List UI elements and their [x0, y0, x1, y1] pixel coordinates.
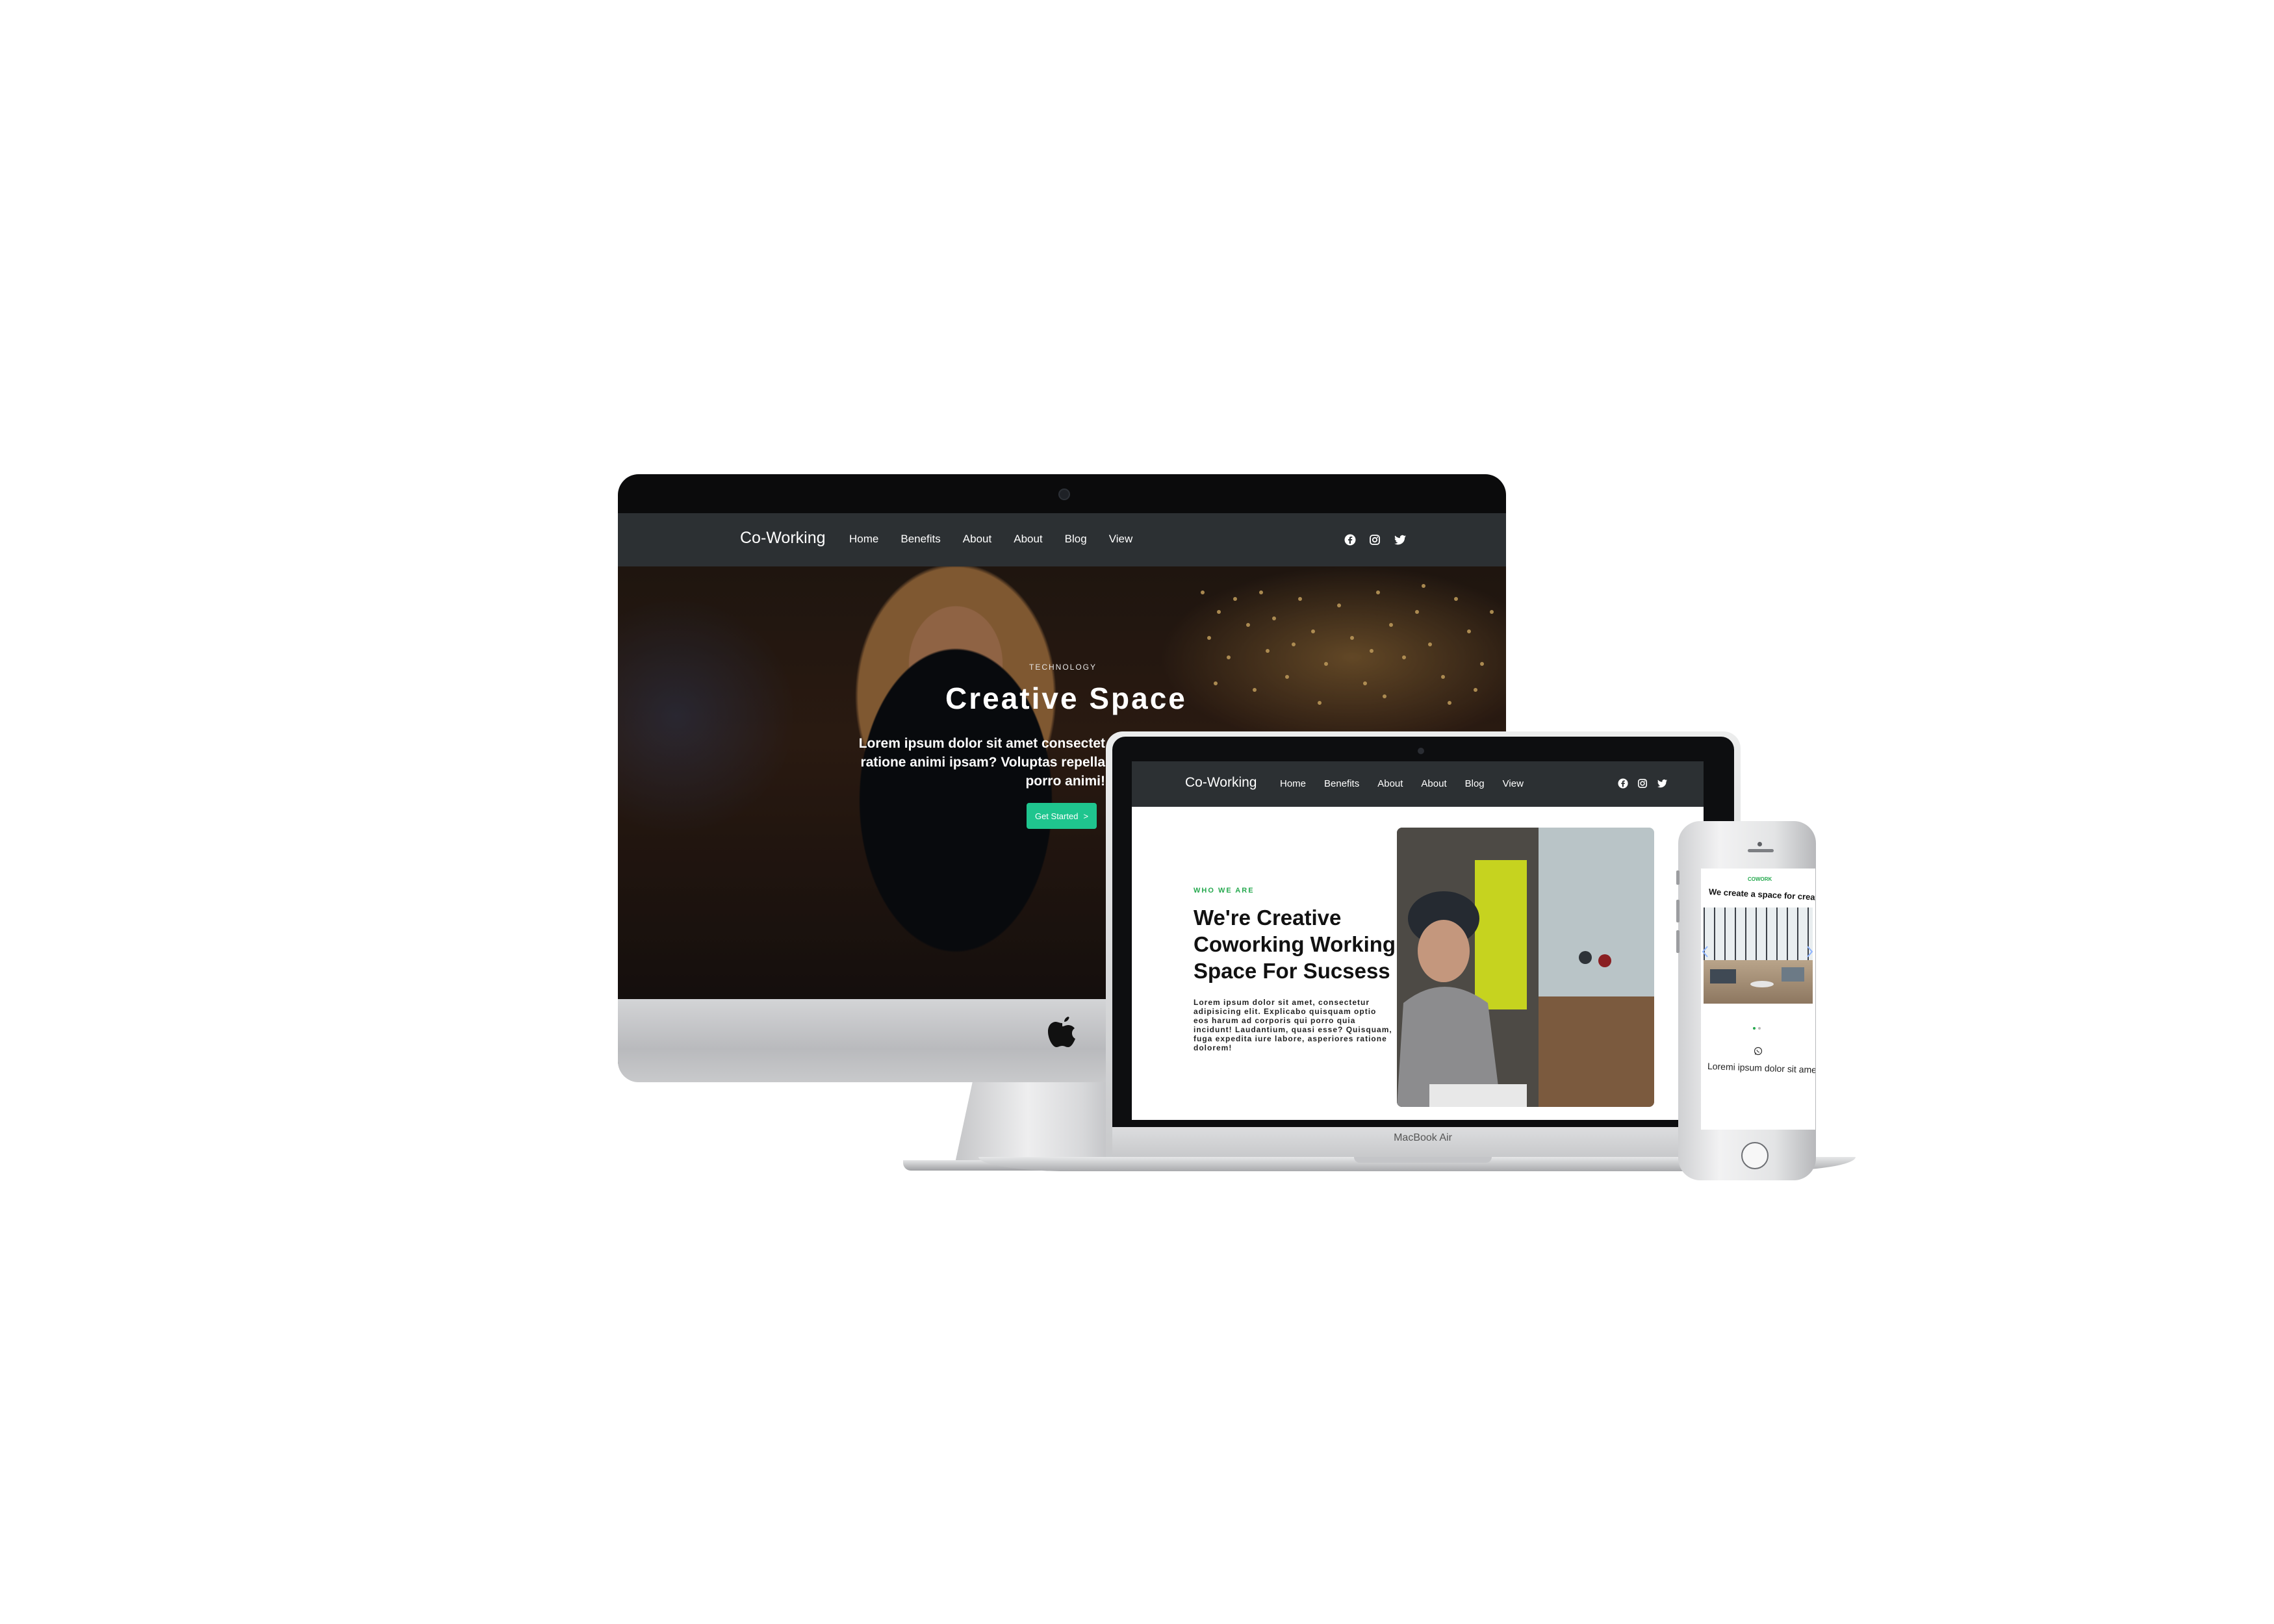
instagram-icon[interactable] [1637, 778, 1648, 789]
phone-camera [1757, 842, 1762, 846]
desktop-navbar: Co-Working Home Benefits About About Blo… [618, 513, 1506, 566]
phone-mute-switch [1676, 870, 1680, 885]
pagination-dot[interactable] [1758, 1027, 1761, 1030]
phone-gallery-furniture [1710, 967, 1804, 987]
laptop-navbar: Co-Working Home Benefits About About Blo… [1132, 761, 1704, 807]
desktop-social-icons [1344, 534, 1407, 546]
hero-kicker: TECHNOLOGY [1029, 663, 1097, 672]
nav-link-about-2[interactable]: About [1014, 533, 1042, 546]
laptop-nav-link-benefits[interactable]: Benefits [1324, 778, 1359, 789]
nav-link-view[interactable]: View [1109, 533, 1133, 546]
laptop-nav-link-about-2[interactable]: About [1421, 778, 1446, 789]
who-we-are-kicker: WHO WE ARE [1194, 887, 1255, 894]
laptop-nav-link-view[interactable]: View [1503, 778, 1524, 789]
phone-gallery-image [1704, 907, 1813, 1004]
phone-home-button[interactable] [1741, 1142, 1769, 1169]
nav-link-blog[interactable]: Blog [1065, 533, 1087, 546]
apple-logo [1048, 1017, 1075, 1047]
about-body-line-3: eos harum ad corporis qui porro quia [1194, 1016, 1356, 1025]
laptop-brand-logo[interactable]: Co-Working [1185, 775, 1257, 791]
about-title-line-3: Space For Sucsess [1194, 959, 1390, 983]
desktop-nav-links: Home Benefits About About Blog View [849, 533, 1132, 546]
phone-speaker [1748, 849, 1774, 852]
about-body-line-4: incidunt! Laudantium, quasi esse? Quisqu… [1194, 1025, 1392, 1034]
phone-body-text: Loremi ipsum dolor sit amet, [1707, 1061, 1815, 1076]
coworking-photo-art [1397, 828, 1654, 1107]
laptop-nav-link-blog[interactable]: Blog [1465, 778, 1485, 789]
phone-volume-up [1676, 900, 1680, 922]
phone-kicker: COWORK [1748, 876, 1772, 882]
hero-text-line-3: porro animi! [1025, 774, 1105, 789]
imac-camera [1058, 488, 1070, 500]
twitter-icon[interactable] [1394, 534, 1407, 546]
hero-title: Creative Space [945, 681, 1187, 715]
chevron-right-icon: > [1083, 811, 1089, 821]
facebook-icon[interactable] [1618, 778, 1628, 789]
laptop-nav-link-home[interactable]: Home [1280, 778, 1306, 789]
phone-title: We create a space for creativity [1708, 887, 1815, 904]
about-title-line-2: Coworking Working [1194, 932, 1396, 956]
nav-link-home[interactable]: Home [849, 533, 878, 546]
laptop-social-icons [1618, 778, 1668, 789]
get-started-label: Get Started [1034, 811, 1079, 821]
about-body-line-6: dolorem! [1194, 1043, 1233, 1052]
nav-link-benefits[interactable]: Benefits [901, 533, 940, 546]
phone-volume-down [1676, 930, 1680, 953]
macbook-camera [1418, 748, 1424, 754]
laptop-nav-link-about[interactable]: About [1377, 778, 1403, 789]
brand-logo[interactable]: Co-Working [740, 529, 826, 548]
laptop-nav-links: Home Benefits About About Blog View [1280, 778, 1524, 789]
pagination-dot-active[interactable] [1753, 1027, 1756, 1030]
gallery-pagination [1753, 1027, 1761, 1030]
hero-text-line-1: Lorem ipsum dolor sit amet consectet [858, 736, 1105, 751]
about-title-line-1: We're Creative [1194, 906, 1342, 930]
about-body-line-5: fuga expedita iure labore, asperiores ra… [1194, 1034, 1387, 1043]
about-body-line-1: Lorem ipsum dolor sit amet, consectetur [1194, 998, 1370, 1007]
nav-link-about[interactable]: About [963, 533, 991, 546]
phone-screen: COWORK We create a space for creativity … [1701, 869, 1815, 1130]
gallery-next-arrow[interactable] [1806, 945, 1814, 958]
twitter-icon[interactable] [1657, 778, 1668, 789]
whatsapp-icon[interactable] [1754, 1047, 1763, 1056]
about-body-line-2: adipisicing elit. Explicabo quisquam opt… [1194, 1007, 1377, 1016]
get-started-button[interactable]: Get Started > [1027, 803, 1097, 829]
coworking-photo [1397, 828, 1654, 1107]
facebook-icon[interactable] [1344, 534, 1356, 546]
macbook-label: MacBook Air [1394, 1132, 1452, 1143]
macbook-notch [1354, 1157, 1492, 1163]
gallery-prev-arrow[interactable] [1701, 945, 1709, 958]
hero-text-line-2: ratione animi ipsam? Voluptas repella [860, 755, 1105, 770]
macbook-screen: Co-Working Home Benefits About About Blo… [1132, 761, 1704, 1120]
instagram-icon[interactable] [1369, 534, 1381, 546]
